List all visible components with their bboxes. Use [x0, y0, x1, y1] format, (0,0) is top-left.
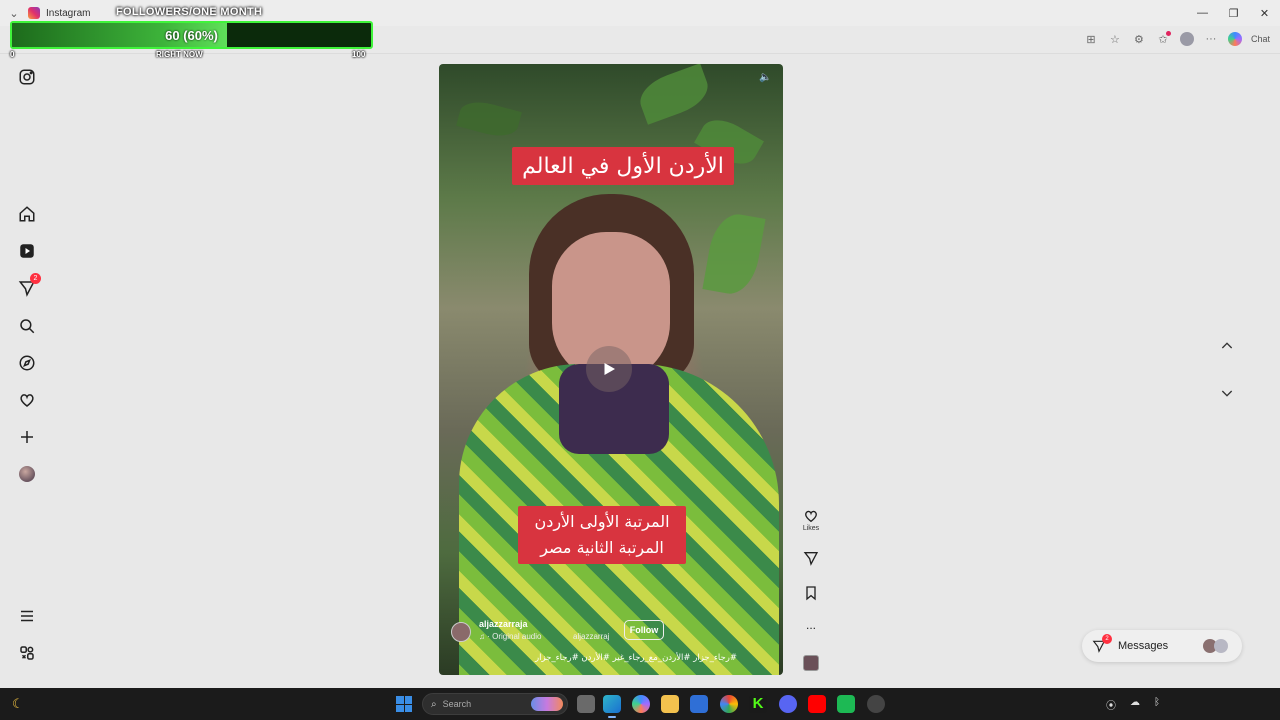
follow-button[interactable]: Follow — [624, 620, 664, 640]
kick-app-icon[interactable]: K — [749, 695, 767, 713]
mute-icon[interactable]: 🔈 — [759, 72, 773, 86]
progress-max-label: 100 — [352, 50, 366, 59]
chevron-up-icon — [1221, 342, 1233, 349]
chat-button[interactable]: Chat — [1251, 34, 1270, 44]
like-button[interactable]: Likes — [800, 508, 822, 532]
favorites-icon[interactable]: ✩ — [1155, 31, 1171, 47]
explore-compass-icon[interactable] — [17, 353, 37, 373]
share-button[interactable] — [800, 550, 822, 566]
instagram-logo-icon[interactable] — [17, 67, 37, 87]
weather-moon-icon[interactable]: ☾ — [12, 696, 24, 712]
play-button[interactable] — [586, 346, 632, 392]
copilot-icon[interactable] — [1227, 31, 1243, 47]
progress-bar: 60 (60%) — [10, 21, 373, 49]
file-explorer-icon[interactable] — [661, 695, 679, 713]
followers-progress-overlay: FOLLOWERS/ONE MONTH 60 (60%) 0 RIGHT NOW… — [8, 4, 376, 62]
app-green-icon[interactable] — [837, 695, 855, 713]
tray-app-icon[interactable]: ⦿ — [1106, 697, 1116, 712]
also-from-meta-icon[interactable] — [17, 643, 37, 663]
play-icon — [604, 363, 615, 375]
messages-badge: 2 — [1102, 634, 1112, 644]
restore-button[interactable]: ❐ — [1218, 0, 1249, 26]
messages-button[interactable]: 2 Messages — [1082, 630, 1242, 662]
home-icon[interactable] — [17, 204, 37, 224]
caption-bottom-line2: المرتبة الثانية مصر — [540, 538, 664, 557]
messages-nav-icon[interactable]: 2 — [17, 273, 41, 298]
likes-label: Likes — [802, 525, 820, 532]
like-heart-icon — [805, 510, 817, 523]
close-button[interactable]: ✕ — [1249, 0, 1280, 26]
messages-icon: 2 — [1092, 634, 1112, 653]
audio-thumbnail[interactable] — [800, 655, 822, 671]
discord-icon[interactable] — [779, 695, 797, 713]
search-icon: ⌕ — [431, 698, 437, 710]
save-button[interactable] — [800, 585, 822, 601]
caption-top: الأردن الأول في العالم — [512, 147, 734, 185]
left-sidebar: 2 — [0, 54, 54, 688]
window-controls: — ❐ ✕ — [1187, 0, 1280, 26]
caption-bottom: المرتبة الأولى الأردن المرتبة الثانية مص… — [518, 506, 686, 564]
search-highlight-icon — [531, 697, 563, 711]
copilot-app-icon[interactable] — [632, 695, 650, 713]
menu-hamburger-icon[interactable] — [17, 606, 37, 626]
app-settings-icon[interactable] — [867, 695, 885, 713]
next-reel-button[interactable] — [1215, 381, 1239, 405]
tray-bluetooth-icon[interactable]: ᛒ — [1154, 697, 1160, 712]
messages-label: Messages — [1118, 640, 1169, 652]
profile-avatar[interactable] — [17, 464, 37, 484]
reels-icon[interactable] — [17, 241, 37, 261]
search-icon[interactable] — [17, 316, 37, 336]
reel-hashtags[interactable]: #رجاء_جزار #الأردن_مع_رجاء_غير #الأردن #… — [535, 653, 737, 663]
system-tray: ⦿ ☁ ᛒ — [1106, 697, 1160, 712]
create-plus-icon[interactable] — [17, 427, 37, 447]
chrome-icon[interactable] — [720, 695, 738, 713]
taskbar-search[interactable]: ⌕ Search — [422, 693, 568, 715]
more-options-button[interactable]: ... — [800, 618, 822, 632]
messages-avatars — [1203, 639, 1228, 653]
store-icon[interactable] — [690, 695, 708, 713]
caption-bottom-line1: المرتبة الأولى الأردن — [534, 512, 670, 531]
start-button[interactable] — [396, 696, 412, 712]
youtube-icon[interactable] — [808, 695, 826, 713]
audio-user[interactable]: aljazzarraj — [573, 632, 609, 641]
edge-browser-icon[interactable] — [603, 695, 621, 718]
more-menu-icon[interactable]: ··· — [1203, 31, 1219, 47]
profile-avatar-icon[interactable] — [1179, 31, 1195, 47]
windows-taskbar: ☾ ⌕ Search K ⦿ ☁ ᛒ — [0, 688, 1280, 720]
taskbar-search-placeholder: Search — [442, 699, 472, 709]
minimize-button[interactable]: — — [1187, 0, 1218, 26]
reel-video[interactable]: 🔈 الأردن الأول في العالم المرتبة الأولى … — [439, 64, 783, 675]
task-view-icon[interactable] — [577, 695, 595, 713]
favorites-dot — [1165, 31, 1171, 36]
progress-text: 60 (60%) — [165, 28, 218, 43]
audio-label: · Original audio — [487, 632, 542, 641]
chevron-down-icon — [1221, 390, 1233, 397]
app-available-icon[interactable]: ⊞ — [1083, 31, 1099, 47]
tray-onedrive-icon[interactable]: ☁ — [1130, 697, 1140, 712]
previous-reel-button[interactable] — [1215, 334, 1239, 358]
extensions-icon[interactable]: ⚙ — [1131, 31, 1147, 47]
music-note-icon: ♫ — [479, 632, 488, 641]
reel-author: aljazzarraja ♫ · Original audio aljazzar… — [451, 618, 771, 648]
share-icon — [803, 552, 819, 566]
toolbar-icons: ⊞ ☆ ⚙ ✩ ··· Chat — [1083, 31, 1270, 47]
heart-notifications-icon[interactable] — [17, 390, 37, 410]
bookmark-icon — [806, 586, 816, 601]
notifications-badge: 2 — [30, 273, 41, 284]
progress-title: FOLLOWERS/ONE MONTH — [116, 6, 263, 18]
favorite-star-icon[interactable]: ☆ — [1107, 31, 1123, 47]
progress-center-label: RIGHT NOW — [156, 50, 203, 59]
author-avatar[interactable] — [451, 622, 471, 642]
author-username[interactable]: aljazzarraja — [479, 619, 528, 629]
audio-info[interactable]: ♫ · Original audio — [479, 632, 541, 641]
